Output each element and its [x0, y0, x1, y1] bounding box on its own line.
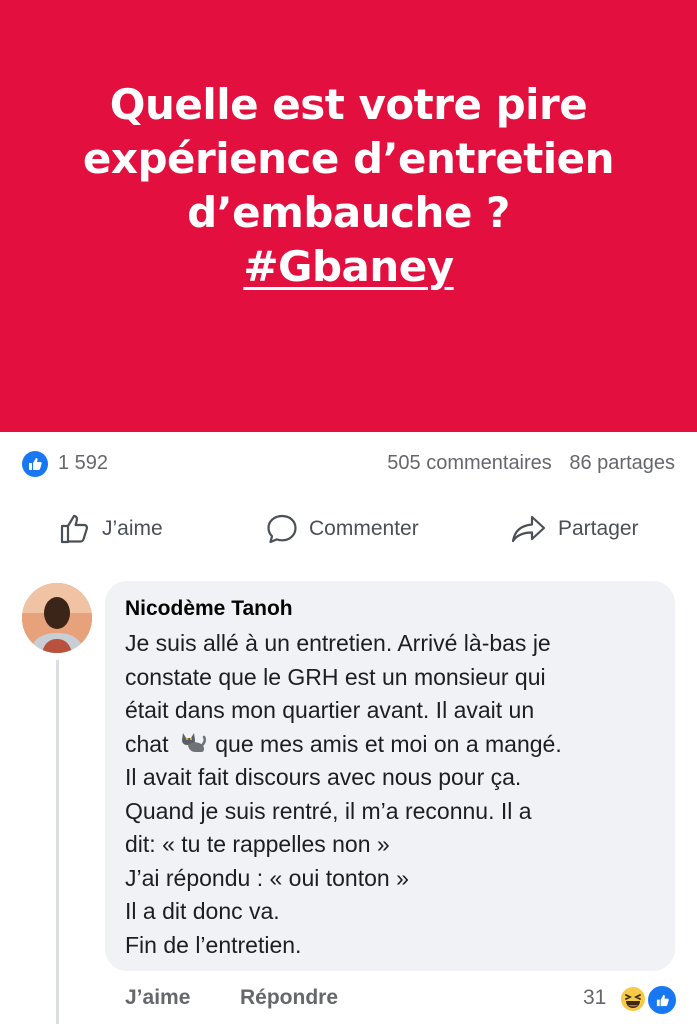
share-button[interactable]: Partager	[510, 512, 639, 546]
post-banner: Quelle est votre pire expérience d’entre…	[0, 0, 697, 432]
thumbs-up-icon[interactable]	[646, 984, 678, 1016]
like-button[interactable]: J’aime	[58, 512, 163, 546]
comment-actions: J’aime Répondre 31	[0, 982, 697, 1022]
comment-line-part: chat	[125, 730, 169, 757]
comment-line: Il avait fait discours avec nous pour ça…	[125, 764, 522, 790]
banner-line-3: d’embauche ?	[187, 188, 510, 237]
cat-emoji-icon	[181, 732, 206, 752]
speech-bubble-icon	[267, 514, 297, 544]
comment-reply-button[interactable]: Répondre	[240, 986, 338, 1010]
share-count[interactable]: 86 partages	[569, 452, 675, 474]
comment-line: constate que le GRH est un monsieur qui	[125, 663, 546, 690]
thread-line	[56, 660, 59, 1024]
thumbs-up-outline-icon	[60, 514, 89, 544]
comment-label: Commenter	[309, 517, 419, 540]
comment-text: Je suis allé à un entretien. Arrivé là-b…	[125, 627, 665, 962]
banner-text: Quelle est votre pire expérience d’entre…	[69, 78, 629, 294]
banner-line-2: expérience d’entretien	[82, 134, 615, 183]
thumbs-up-icon[interactable]	[22, 451, 48, 477]
laughing-face-icon[interactable]	[618, 984, 648, 1014]
post-stats: 1 592 505 commentaires 86 partages	[0, 432, 697, 494]
comment-author[interactable]: Nicodème Tanoh	[125, 597, 293, 621]
share-arrow-icon	[511, 515, 546, 543]
post-actions: J’aime Commenter Partager	[0, 498, 697, 560]
like-count[interactable]: 1 592	[58, 452, 108, 475]
reaction-count[interactable]: 31	[583, 986, 606, 1010]
comment-line: était dans mon quartier avant. Il avait …	[125, 697, 535, 723]
comment-line: Je suis allé à un entretien. Arrivé là-b…	[125, 630, 551, 656]
comment-like-button[interactable]: J’aime	[125, 986, 190, 1010]
banner-line-1: Quelle est votre pire	[109, 80, 588, 129]
share-label: Partager	[558, 517, 639, 540]
comment-line-part: que mes amis et moi on a mangé.	[215, 730, 562, 757]
comment-button[interactable]: Commenter	[265, 512, 419, 546]
comment-line-with-emoji: chat que mes amis et moi on a mangé.	[125, 728, 665, 762]
comment-line: Fin de l’entretien.	[125, 931, 302, 958]
comment-line: dit: « tu te rappelles non »	[125, 831, 390, 857]
banner-hashtag[interactable]: #Gbaney	[243, 242, 454, 291]
like-label: J’aime	[102, 517, 163, 540]
comment-line: Il a dit donc va.	[125, 898, 280, 924]
avatar[interactable]	[22, 583, 92, 653]
comment-line: J’ai répondu : « oui tonton »	[125, 864, 409, 891]
comment-line: Quand je suis rentré, il m’a reconnu. Il…	[125, 797, 532, 824]
comment-count[interactable]: 505 commentaires	[387, 452, 552, 474]
comment-bubble: Nicodème Tanoh Je suis allé à un entreti…	[105, 581, 675, 971]
